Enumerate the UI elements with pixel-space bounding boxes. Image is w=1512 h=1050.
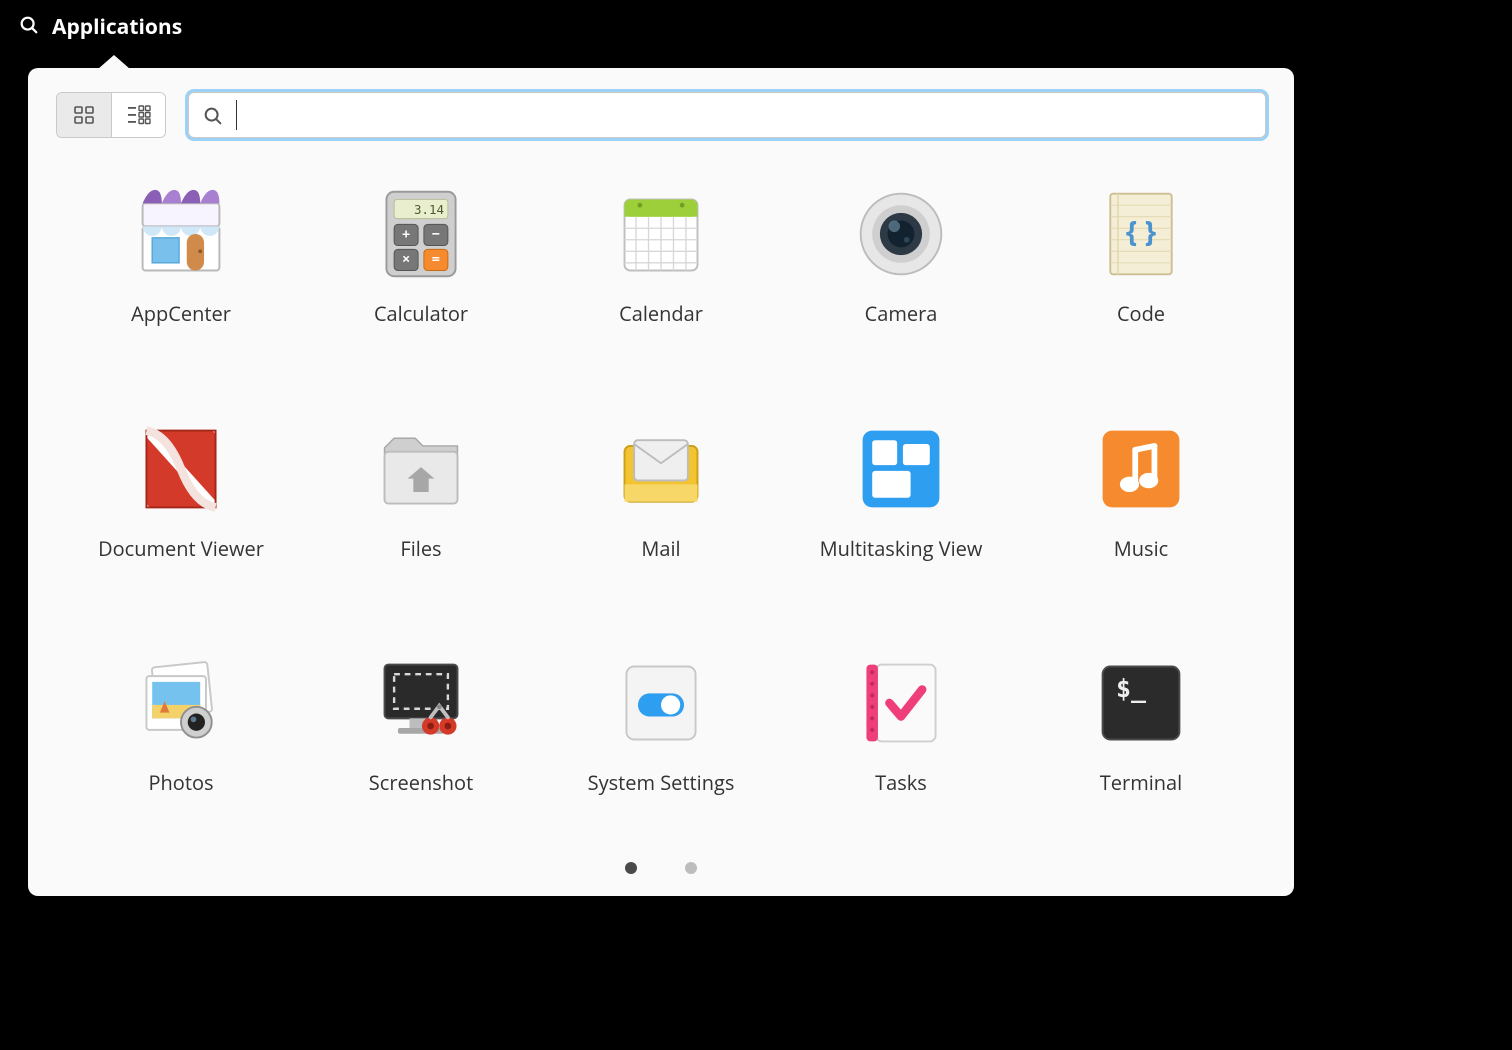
view-switcher bbox=[56, 92, 166, 138]
camera-icon bbox=[849, 182, 953, 286]
code-icon: { } bbox=[1089, 182, 1193, 286]
multitasking-icon bbox=[849, 417, 953, 521]
app-mail[interactable]: Mail bbox=[546, 405, 776, 620]
app-label: Tasks bbox=[875, 769, 927, 796]
document-viewer-icon bbox=[129, 417, 233, 521]
app-music[interactable]: Music bbox=[1026, 405, 1256, 620]
app-multitasking-view[interactable]: Multitasking View bbox=[786, 405, 1016, 620]
applications-popover: AppCenter 3.14 + − × = bbox=[28, 68, 1294, 896]
music-icon bbox=[1089, 417, 1193, 521]
screenshot-icon bbox=[369, 651, 473, 755]
svg-text:{ }: { } bbox=[1126, 212, 1156, 251]
app-label: Mail bbox=[641, 535, 680, 562]
app-label: Multitasking View bbox=[820, 535, 983, 562]
page-indicator bbox=[56, 854, 1266, 878]
toolbar bbox=[56, 92, 1266, 140]
app-grid: AppCenter 3.14 + − × = bbox=[56, 140, 1266, 854]
app-label: System Settings bbox=[588, 769, 735, 796]
app-camera[interactable]: Camera bbox=[786, 170, 1016, 385]
grid-view-button[interactable] bbox=[57, 93, 111, 137]
app-document-viewer[interactable]: Document Viewer bbox=[66, 405, 296, 620]
files-icon bbox=[369, 417, 473, 521]
app-label: Code bbox=[1117, 300, 1165, 327]
svg-text:−: − bbox=[432, 225, 440, 244]
app-files[interactable]: Files bbox=[306, 405, 536, 620]
app-label: Calendar bbox=[619, 300, 703, 327]
calculator-icon: 3.14 + − × = bbox=[369, 182, 473, 286]
app-label: AppCenter bbox=[131, 300, 231, 327]
app-code[interactable]: { } Code bbox=[1026, 170, 1256, 385]
search-icon bbox=[202, 105, 224, 127]
page-dot-1[interactable] bbox=[625, 862, 637, 874]
category-view-button[interactable] bbox=[111, 93, 165, 137]
app-label: Files bbox=[400, 535, 441, 562]
app-calculator[interactable]: 3.14 + − × = Calculator bbox=[306, 170, 536, 385]
top-panel: Applications bbox=[0, 0, 1512, 54]
page-dot-2[interactable] bbox=[685, 862, 697, 874]
svg-text:=: = bbox=[432, 250, 440, 269]
mail-icon bbox=[609, 417, 713, 521]
app-label: Terminal bbox=[1100, 769, 1182, 796]
appcenter-icon bbox=[129, 182, 233, 286]
app-label: Camera bbox=[865, 300, 938, 327]
photos-icon bbox=[129, 651, 233, 755]
terminal-icon: $_ bbox=[1089, 651, 1193, 755]
app-calendar[interactable]: Calendar bbox=[546, 170, 776, 385]
app-label: Calculator bbox=[374, 300, 468, 327]
app-terminal[interactable]: $_ Terminal bbox=[1026, 639, 1256, 854]
svg-text:$_: $_ bbox=[1116, 675, 1147, 704]
app-screenshot[interactable]: Screenshot bbox=[306, 639, 536, 854]
text-caret bbox=[236, 100, 237, 130]
search-icon bbox=[18, 14, 40, 41]
app-photos[interactable]: Photos bbox=[66, 639, 296, 854]
system-settings-icon bbox=[609, 651, 713, 755]
app-label: Music bbox=[1114, 535, 1168, 562]
calendar-icon bbox=[609, 182, 713, 286]
app-label: Screenshot bbox=[369, 769, 473, 796]
search-input[interactable] bbox=[188, 92, 1266, 138]
app-label: Document Viewer bbox=[98, 535, 264, 562]
search-field-wrap bbox=[188, 92, 1266, 140]
svg-text:+: + bbox=[402, 225, 410, 244]
app-appcenter[interactable]: AppCenter bbox=[66, 170, 296, 385]
tasks-icon bbox=[849, 651, 953, 755]
svg-text:3.14: 3.14 bbox=[414, 202, 444, 217]
app-system-settings[interactable]: System Settings bbox=[546, 639, 776, 854]
app-tasks[interactable]: Tasks bbox=[786, 639, 1016, 854]
svg-text:×: × bbox=[402, 250, 410, 269]
applications-menu-label[interactable]: Applications bbox=[52, 13, 182, 41]
app-label: Photos bbox=[148, 769, 213, 796]
